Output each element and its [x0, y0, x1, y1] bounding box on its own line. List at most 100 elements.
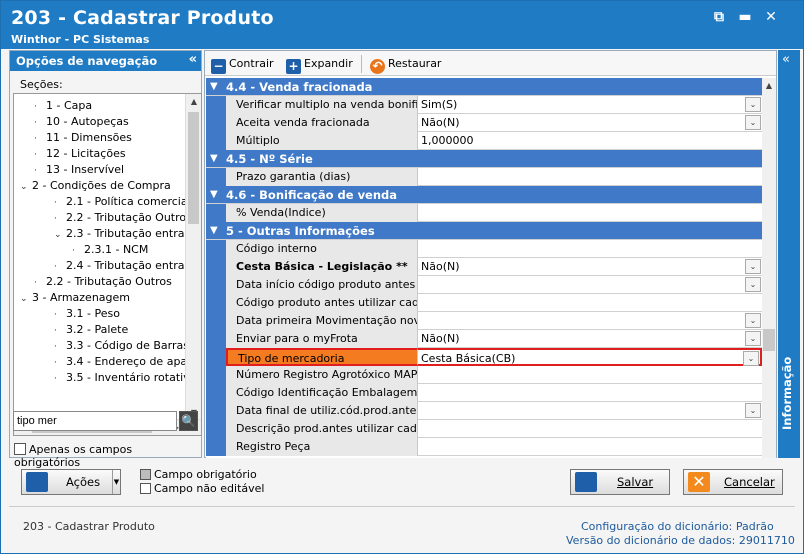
- close-icon[interactable]: ✕: [761, 7, 781, 27]
- property-row: % Venda(Indice): [206, 204, 762, 222]
- only-required-checkbox[interactable]: Apenas os campos obrigatórios: [14, 443, 201, 469]
- app-window: 203 - Cadastrar Produto Winthor - PC Sis…: [0, 0, 804, 554]
- tree-item[interactable]: ⌄ 3 - Armazenagem: [20, 290, 130, 306]
- restore-icon[interactable]: ⧉: [709, 7, 729, 27]
- property-value[interactable]: ⌄: [418, 312, 762, 330]
- property-value[interactable]: Não(N) ⌄: [418, 330, 762, 348]
- chevron-down-icon[interactable]: ⌄: [745, 259, 761, 274]
- cancel-button[interactable]: ✕ Cancelar: [683, 469, 783, 495]
- chevron-down-icon[interactable]: ⌄: [54, 227, 66, 243]
- tree-item[interactable]: · 11 - Dimensões: [34, 130, 132, 146]
- tree-item[interactable]: · 3.4 - Endereço de apanha: [54, 354, 201, 370]
- restore-button[interactable]: ↶ Restaurar: [370, 55, 441, 74]
- chevron-down-icon[interactable]: ⌄: [20, 291, 32, 307]
- dict-config: Configuração do dicionário: Padrão: [581, 520, 774, 533]
- chevron-down-icon[interactable]: ⌄: [743, 351, 759, 366]
- tree-item[interactable]: · 3.1 - Peso: [54, 306, 120, 322]
- tree-item-label: 2.2 - Tributação Outros: [46, 275, 172, 288]
- tree-dots: ·: [54, 342, 57, 352]
- property-value[interactable]: [418, 204, 762, 222]
- row-gutter: [206, 168, 226, 186]
- tree-item[interactable]: · 1 - Capa: [34, 98, 92, 114]
- property-label: Registro Peça: [226, 438, 418, 456]
- tree-item[interactable]: · 3.2 - Palete: [54, 322, 128, 338]
- grid-vertical-scrollbar[interactable]: ▲: [762, 78, 776, 458]
- search-input[interactable]: [13, 411, 177, 431]
- property-value[interactable]: [418, 384, 762, 402]
- tree-dots: ·: [54, 326, 57, 336]
- property-value[interactable]: [418, 294, 762, 312]
- section-header[interactable]: ▼ 5 - Outras Informações: [206, 222, 762, 240]
- tree-item[interactable]: ⌄ 2.3 - Tributação entrada: [54, 226, 198, 242]
- collapse-info-icon[interactable]: «: [782, 52, 790, 67]
- tree-scroll-thumb[interactable]: [188, 112, 199, 224]
- collapse-section-icon[interactable]: ▼: [210, 189, 218, 200]
- chevron-down-icon[interactable]: ⌄: [745, 331, 761, 346]
- minimize-icon[interactable]: ▬: [735, 7, 755, 27]
- grid-scroll-up-icon[interactable]: ▲: [762, 78, 776, 94]
- section-header[interactable]: ▼ 4.4 - Venda fracionada: [206, 78, 762, 96]
- property-value-text: 1,000000: [421, 134, 474, 147]
- tree-item[interactable]: ⌄ 2 - Condições de Compra: [20, 178, 171, 194]
- property-value[interactable]: Não(N) ⌄: [418, 114, 762, 132]
- property-value[interactable]: ⌄: [418, 276, 762, 294]
- chevron-down-icon[interactable]: ⌄: [20, 179, 32, 195]
- tree-item[interactable]: · 2.4 - Tributação entrada In: [54, 258, 201, 274]
- expand-button[interactable]: + Expandir: [286, 55, 353, 74]
- search-icon[interactable]: 🔍: [179, 411, 198, 431]
- property-value[interactable]: [418, 240, 762, 258]
- legend-readonly-label: Campo não editável: [154, 482, 265, 495]
- chevron-down-icon[interactable]: ▼: [112, 470, 120, 494]
- property-value[interactable]: [418, 366, 762, 384]
- tree-item[interactable]: · 13 - Inservível: [34, 162, 124, 178]
- property-label: Múltiplo: [226, 132, 418, 150]
- property-label: Data início código produto antes utiliz: [226, 276, 418, 294]
- actions-button[interactable]: Ações ▼: [21, 469, 121, 495]
- grid-scroll-thumb[interactable]: [763, 329, 775, 351]
- section-tree[interactable]: · 1 - Capa · 10 - Autopeças · 11 - Dimensões ·…: [13, 93, 202, 436]
- collapse-section-icon[interactable]: ▼: [210, 153, 218, 164]
- tree-item[interactable]: · 2.3.1 - NCM: [72, 242, 148, 258]
- row-gutter: [206, 240, 226, 258]
- collapse-section-icon[interactable]: ▼: [210, 81, 218, 92]
- collapse-button[interactable]: − Contrair: [211, 55, 274, 74]
- property-row: Data primeira Movimentação novo cód ⌄: [206, 312, 762, 330]
- checkbox-box[interactable]: [14, 443, 26, 455]
- property-value[interactable]: [418, 438, 762, 456]
- property-label: Código produto antes utilizar cadastro: [226, 294, 418, 312]
- property-value[interactable]: Não(N) ⌄: [418, 258, 762, 276]
- chevron-down-icon[interactable]: ⌄: [745, 277, 761, 292]
- tree-vertical-scrollbar[interactable]: ▲ ▼: [185, 94, 201, 421]
- chevron-down-icon[interactable]: ⌄: [745, 403, 761, 418]
- collapse-section-icon[interactable]: ▼: [210, 225, 218, 236]
- tree-dots: ·: [54, 214, 57, 224]
- tree-item[interactable]: · 12 - Licitações: [34, 146, 126, 162]
- section-header[interactable]: ▼ 4.5 - Nº Série: [206, 150, 762, 168]
- property-value[interactable]: 1,000000: [418, 132, 762, 150]
- chevron-down-icon[interactable]: ⌄: [745, 313, 761, 328]
- tree-item[interactable]: · 2.1 - Política comercial com: [54, 194, 201, 210]
- save-button[interactable]: Salvar: [570, 469, 670, 495]
- tree-item[interactable]: · 10 - Autopeças: [34, 114, 129, 130]
- tree-dots: ·: [34, 166, 37, 176]
- collapse-nav-icon[interactable]: «: [189, 52, 197, 67]
- section-header[interactable]: ▼ 4.6 - Bonificação de venda: [206, 186, 762, 204]
- tree-item[interactable]: · 2.2 - Tributação Outros: [34, 274, 172, 290]
- minus-icon: −: [211, 59, 226, 74]
- property-value[interactable]: ⌄: [418, 402, 762, 420]
- window-title: 203 - Cadastrar Produto: [11, 7, 274, 29]
- property-value[interactable]: Cesta Básica(CB) ⌄: [418, 348, 762, 366]
- row-gutter: [206, 438, 226, 456]
- navigation-header: Opções de navegação «: [10, 51, 201, 71]
- property-value[interactable]: Sim(S) ⌄: [418, 96, 762, 114]
- tree-item[interactable]: · 2.2 - Tributação Outros: [54, 210, 192, 226]
- scroll-up-icon[interactable]: ▲: [186, 94, 201, 110]
- chevron-down-icon[interactable]: ⌄: [745, 97, 761, 112]
- tree-item[interactable]: · 3.5 - Inventário rotativo: [54, 370, 196, 386]
- chevron-down-icon[interactable]: ⌄: [745, 115, 761, 130]
- tree-item[interactable]: · 3.3 - Código de Barras: [54, 338, 189, 354]
- save-label: Salvar: [617, 475, 654, 489]
- info-panel[interactable]: « Informação: [778, 50, 800, 458]
- property-value[interactable]: [418, 420, 762, 438]
- property-value[interactable]: [418, 168, 762, 186]
